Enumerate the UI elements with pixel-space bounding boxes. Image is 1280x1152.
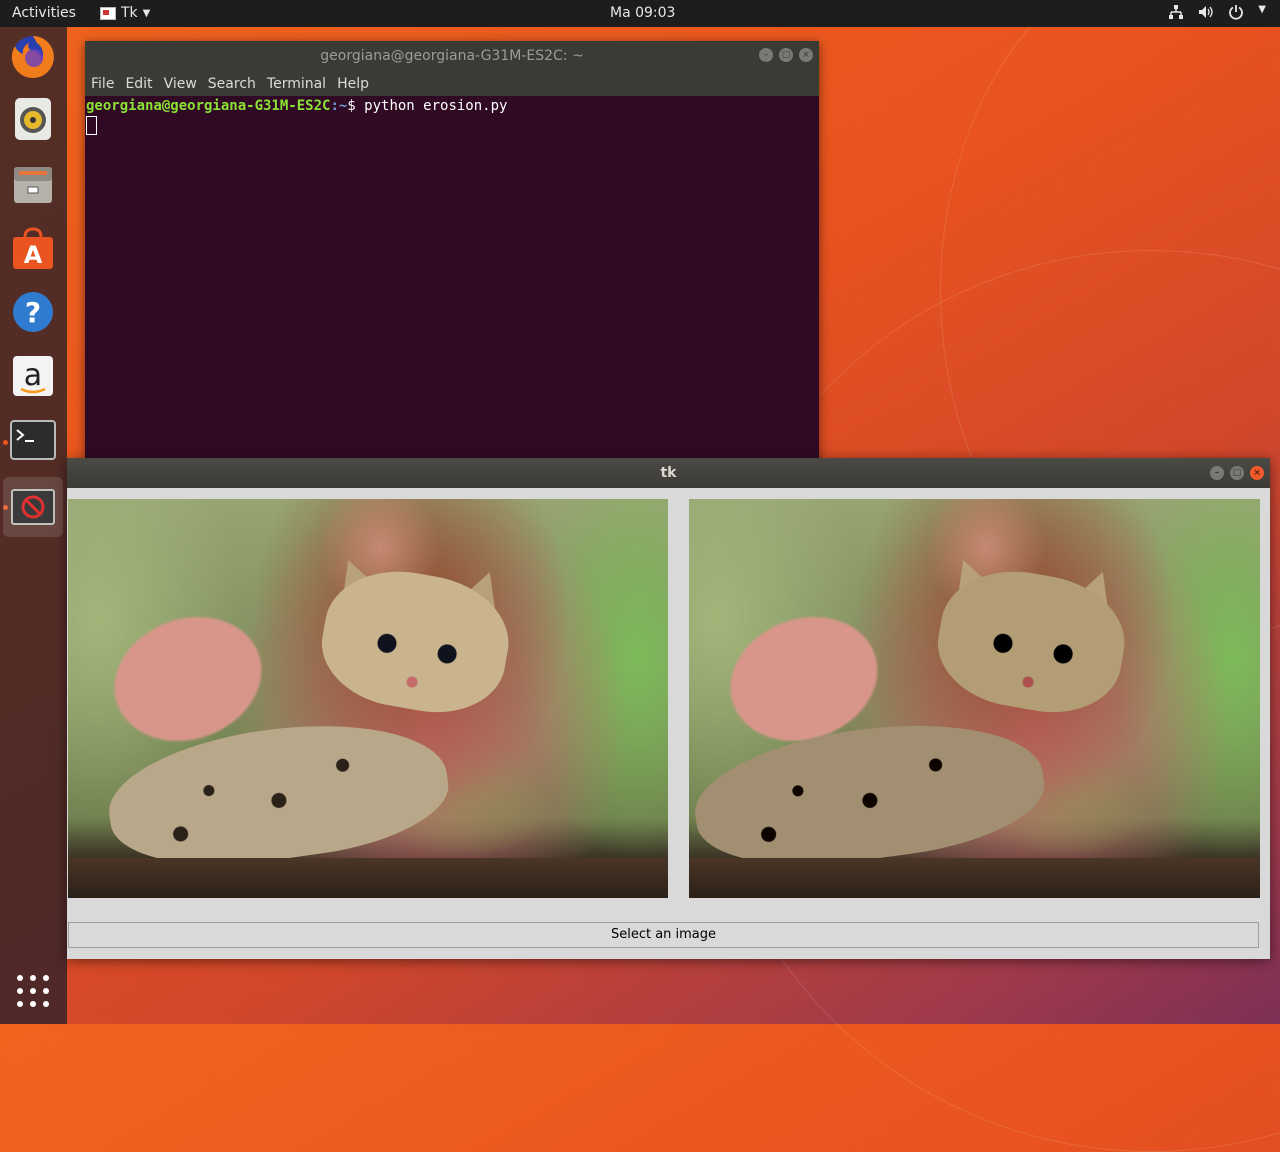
tk-window: tk – □ × Select an image — [67, 458, 1270, 959]
files-icon[interactable] — [8, 159, 58, 209]
close-icon[interactable]: × — [799, 48, 813, 62]
maximize-icon[interactable]: □ — [1230, 466, 1244, 480]
menu-file[interactable]: File — [91, 76, 114, 92]
menu-help[interactable]: Help — [337, 76, 369, 92]
terminal-menubar: File Edit View Search Terminal Help — [85, 72, 819, 96]
select-image-button[interactable]: Select an image — [68, 922, 1259, 948]
terminal-title: georgiana@georgiana-G31M-ES2C: ~ — [320, 48, 584, 64]
app-menu-label: Tk — [121, 5, 138, 21]
activities-button[interactable]: Activities — [12, 5, 76, 21]
clock[interactable]: Ma 09:03 — [610, 5, 675, 21]
app-menu[interactable]: Tk ▼ — [100, 5, 150, 21]
system-tray[interactable]: ▼ — [1168, 4, 1266, 24]
chevron-down-icon[interactable]: ▼ — [1258, 4, 1266, 24]
minimize-icon[interactable]: – — [759, 48, 773, 62]
menu-edit[interactable]: Edit — [125, 76, 152, 92]
software-center-icon[interactable]: A — [8, 223, 58, 273]
terminal-command: python erosion.py — [364, 98, 508, 114]
menu-view[interactable]: View — [164, 76, 197, 92]
power-icon[interactable] — [1228, 4, 1244, 24]
terminal-cursor — [86, 116, 97, 135]
top-bar: Activities Tk ▼ Ma 09:03 ▼ — [0, 0, 1280, 27]
terminal-output[interactable]: georgiana@georgiana-G31M-ES2C:~$ python … — [85, 96, 819, 139]
tk-app-icon — [100, 6, 116, 20]
dock: A ? a — [0, 27, 67, 1024]
prompt-symbol: $ — [347, 98, 365, 114]
prompt-path: :~ — [330, 98, 348, 114]
firefox-icon[interactable] — [8, 32, 58, 82]
svg-text:a: a — [24, 358, 42, 393]
tk-title: tk — [660, 465, 677, 481]
terminal-window: georgiana@georgiana-G31M-ES2C: ~ – □ × F… — [85, 41, 819, 461]
network-icon[interactable] — [1168, 4, 1184, 24]
apps-grid-icon[interactable] — [17, 975, 50, 1008]
menu-search[interactable]: Search — [208, 76, 256, 92]
terminal-titlebar[interactable]: georgiana@georgiana-G31M-ES2C: ~ – □ × — [85, 41, 819, 72]
amazon-icon[interactable]: a — [8, 351, 58, 401]
chevron-down-icon: ▼ — [142, 7, 151, 19]
maximize-icon[interactable]: □ — [779, 48, 793, 62]
rhythmbox-icon[interactable] — [8, 94, 58, 144]
original-image — [68, 499, 668, 898]
close-icon[interactable]: × — [1250, 466, 1264, 480]
terminal-icon[interactable] — [8, 415, 58, 465]
svg-text:A: A — [24, 241, 43, 269]
tk-app-icon[interactable] — [3, 477, 63, 537]
prompt-user: georgiana@georgiana-G31M-ES2C — [86, 98, 331, 114]
minimize-icon[interactable]: – — [1210, 466, 1224, 480]
volume-icon[interactable] — [1198, 4, 1214, 24]
eroded-image — [689, 499, 1260, 898]
help-icon[interactable]: ? — [8, 287, 58, 337]
terminal-line: georgiana@georgiana-G31M-ES2C:~$ python … — [86, 98, 819, 114]
menu-terminal[interactable]: Terminal — [267, 76, 326, 92]
tk-titlebar[interactable]: tk – □ × — [67, 458, 1270, 488]
svg-text:?: ? — [25, 296, 41, 329]
